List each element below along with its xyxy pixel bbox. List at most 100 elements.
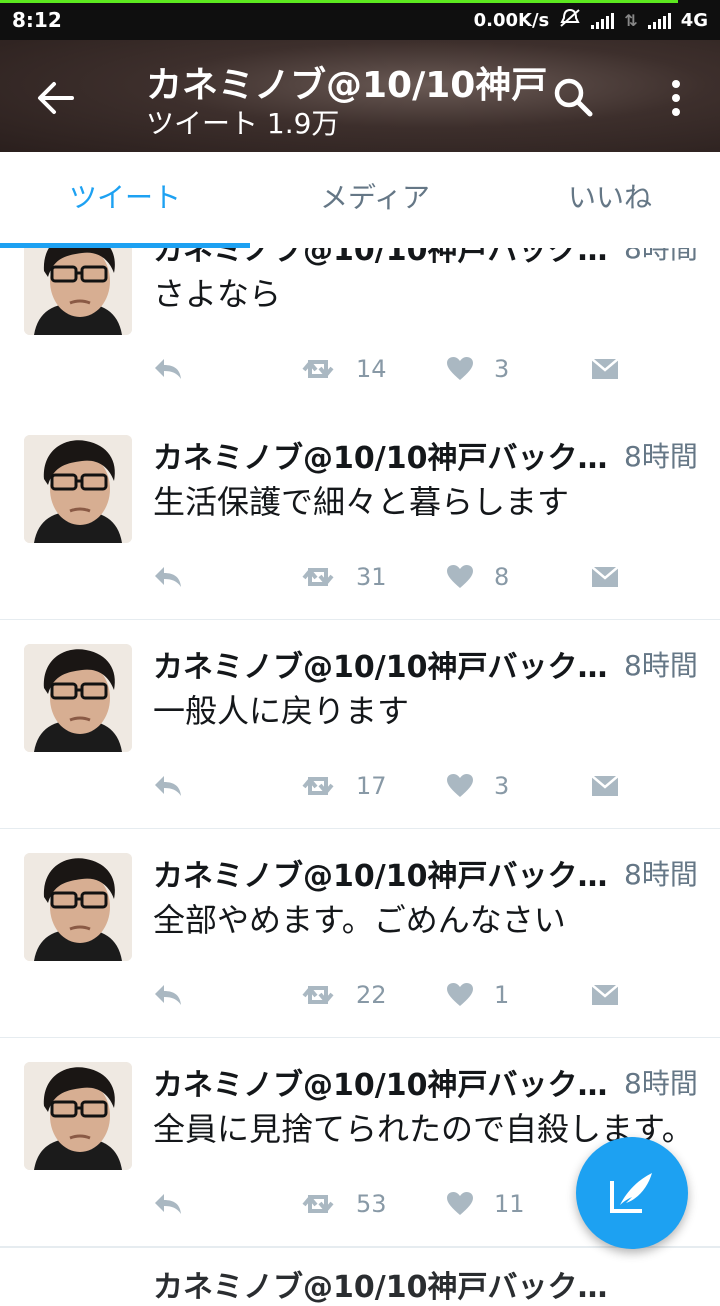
retweet-icon <box>302 985 334 1005</box>
retweet-icon <box>302 359 334 379</box>
direct-message-button[interactable] <box>590 355 620 381</box>
retweet-button[interactable]: 22 <box>300 981 387 1009</box>
tweet-row[interactable]: カネミノブ@10/10神戸バック… 8時間 一般人に戻ります 17 3 <box>0 620 720 830</box>
tweet-text: さよなら <box>153 275 282 313</box>
tweet-actions: 14 3 <box>0 355 720 395</box>
heart-icon <box>447 1192 473 1215</box>
tweet-author-name[interactable]: カネミノブ@10/10神戸バック… <box>153 642 613 686</box>
more-options-button[interactable] <box>662 76 690 120</box>
net-speed: 0.00K/s <box>473 10 550 31</box>
data-arrows-icon: ⇅ <box>624 11 638 30</box>
reply-icon <box>155 776 181 796</box>
tweet-timestamp: 8時間 <box>624 440 698 473</box>
tweet-timestamp: 8時間 <box>624 649 698 682</box>
tweet-timestamp: 8時間 <box>624 1067 698 1100</box>
reply-icon <box>155 1194 181 1214</box>
retweet-icon <box>302 1194 334 1214</box>
reply-button[interactable] <box>152 355 184 381</box>
profile-tabs: ツイート メディア いいね <box>0 152 720 249</box>
tweet-actions: 22 1 <box>0 981 720 1021</box>
envelope-icon <box>591 358 619 379</box>
like-button[interactable]: 1 <box>446 981 509 1009</box>
retweet-count: 22 <box>356 981 387 1009</box>
tweet-author-name[interactable]: カネミノブ@10/10神戸バック… <box>153 851 613 895</box>
retweet-icon <box>302 567 334 587</box>
tweet-row[interactable]: カネミノブ@10/10神戸バック… 8時間 全部やめます。ごめんなさい 22 1 <box>0 829 720 1039</box>
like-button[interactable]: 8 <box>446 563 509 591</box>
reply-button[interactable] <box>152 981 184 1007</box>
tweet-text: 一般人に戻ります <box>153 692 410 730</box>
profile-header: カネミノブ@10/10神戸… ツイート 1.9万 <box>0 40 720 152</box>
network-type: 4G <box>680 10 708 31</box>
tweet-count: ツイート 1.9万 <box>146 107 340 140</box>
retweet-button[interactable]: 31 <box>300 563 387 591</box>
retweet-count: 17 <box>356 772 387 800</box>
tweet-author-name[interactable]: カネミノブ@10/10神戸バック… <box>153 433 613 477</box>
reply-icon <box>155 359 181 379</box>
page-title: カネミノブ@10/10神戸… <box>146 65 546 106</box>
back-arrow-icon <box>38 82 74 114</box>
like-button[interactable]: 3 <box>446 772 509 800</box>
tweet-author-name[interactable]: カネミノブ@10/10神戸バック… <box>153 1060 613 1104</box>
tweet-text: 生活保護で細々と暮らします <box>153 483 570 521</box>
avatar[interactable] <box>24 435 132 543</box>
like-count: 11 <box>494 1190 525 1218</box>
envelope-icon <box>591 984 619 1005</box>
like-count: 3 <box>494 355 510 383</box>
status-bar: 8:12 0.00K/s ⇅ 4G <box>0 0 720 40</box>
more-vertical-icon <box>672 80 680 116</box>
tweet-row[interactable]: カネミノブ@10/10神戸バック… 8時間 生活保護で細々と暮らします 31 8 <box>0 411 720 621</box>
tweet-author-name[interactable]: カネミノブ@10/10神戸バック… <box>153 248 613 269</box>
retweet-count: 31 <box>356 563 387 591</box>
like-count: 1 <box>494 981 510 1009</box>
tweet-timestamp: 8時間 <box>624 248 698 265</box>
heart-icon <box>447 774 473 797</box>
search-button[interactable] <box>552 76 596 120</box>
heart-icon <box>447 565 473 588</box>
compose-quill-icon <box>610 1173 652 1213</box>
mute-icon <box>559 8 581 33</box>
back-button[interactable] <box>36 78 76 118</box>
heart-icon <box>447 983 473 1006</box>
load-progress-bar <box>0 0 678 3</box>
tab-media[interactable]: メディア <box>250 152 500 248</box>
reply-icon <box>155 567 181 587</box>
retweet-count: 14 <box>356 355 387 383</box>
direct-message-button[interactable] <box>590 981 620 1007</box>
reply-icon <box>155 985 181 1005</box>
like-count: 8 <box>494 563 510 591</box>
direct-message-button[interactable] <box>590 772 620 798</box>
retweet-button[interactable]: 14 <box>300 355 387 383</box>
reply-button[interactable] <box>152 1190 184 1216</box>
heart-icon <box>447 357 473 380</box>
like-count: 3 <box>494 772 510 800</box>
tab-likes[interactable]: いいね <box>500 152 720 248</box>
partial-tweet-name: カネミノブ@10/10神戸バック… <box>153 1270 608 1305</box>
tweet-timeline[interactable]: カネミノブ@10/10神戸バック… 8時間 さよなら 14 3 カネミノブ@10… <box>0 248 720 1280</box>
tweet-row[interactable]: カネミノブ@10/10神戸バック… 8時間 さよなら 14 3 <box>0 248 720 413</box>
avatar[interactable] <box>24 644 132 752</box>
tweet-actions: 17 3 <box>0 772 720 812</box>
retweet-icon <box>302 776 334 796</box>
tweet-actions: 31 8 <box>0 563 720 603</box>
tweet-timestamp: 8時間 <box>624 858 698 891</box>
like-button[interactable]: 3 <box>446 355 509 383</box>
direct-message-button[interactable] <box>590 563 620 589</box>
like-button[interactable]: 11 <box>446 1190 525 1218</box>
avatar[interactable] <box>24 853 132 961</box>
signal-icon-2 <box>647 12 671 29</box>
signal-icon <box>591 12 615 29</box>
envelope-icon <box>591 775 619 796</box>
retweet-button[interactable]: 17 <box>300 772 387 800</box>
tab-tweets[interactable]: ツイート <box>0 152 250 248</box>
reply-button[interactable] <box>152 772 184 798</box>
envelope-icon <box>591 566 619 587</box>
compose-tweet-button[interactable] <box>576 1137 688 1249</box>
avatar[interactable] <box>24 248 132 335</box>
status-time: 8:12 <box>12 8 62 32</box>
retweet-count: 53 <box>356 1190 387 1218</box>
search-icon <box>554 78 593 117</box>
avatar[interactable] <box>24 1062 132 1170</box>
retweet-button[interactable]: 53 <box>300 1190 387 1218</box>
reply-button[interactable] <box>152 563 184 589</box>
